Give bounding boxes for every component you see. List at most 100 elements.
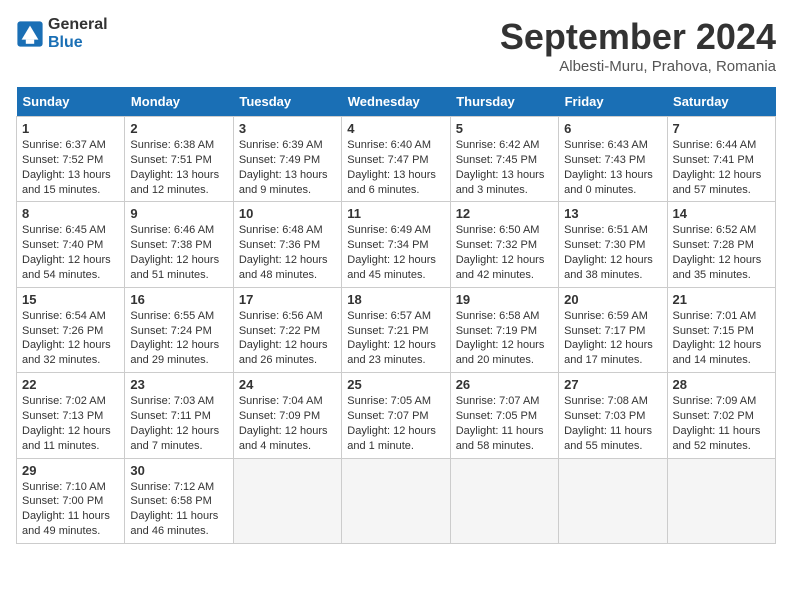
cell-line: and 3 minutes. [456, 183, 553, 198]
table-row: 5Sunrise: 6:42 AMSunset: 7:45 PMDaylight… [450, 117, 558, 202]
day-number: 14 [673, 206, 770, 221]
cell-line: Daylight: 12 hours [22, 338, 119, 353]
cell-line: Daylight: 12 hours [564, 338, 661, 353]
cell-line: Sunrise: 7:08 AM [564, 394, 661, 409]
table-row [559, 458, 667, 543]
table-row: 29Sunrise: 7:10 AMSunset: 7:00 PMDayligh… [17, 458, 125, 543]
day-number: 6 [564, 121, 661, 136]
cell-line: and 58 minutes. [456, 439, 553, 454]
table-row: 13Sunrise: 6:51 AMSunset: 7:30 PMDayligh… [559, 202, 667, 287]
cell-line: Sunset: 7:26 PM [22, 324, 119, 339]
cell-line: and 6 minutes. [347, 183, 444, 198]
table-row [233, 458, 341, 543]
logo-icon [16, 20, 44, 48]
cell-line: Daylight: 13 hours [456, 168, 553, 183]
cell-line: Sunrise: 7:01 AM [673, 309, 770, 324]
cell-line: Daylight: 13 hours [239, 168, 336, 183]
day-number: 25 [347, 377, 444, 392]
cell-line: Sunset: 7:21 PM [347, 324, 444, 339]
cell-line: and 0 minutes. [564, 183, 661, 198]
cell-line: Sunset: 7:38 PM [130, 238, 227, 253]
cell-line: and 55 minutes. [564, 439, 661, 454]
cell-line: Sunset: 7:52 PM [22, 153, 119, 168]
cell-line: Sunrise: 6:38 AM [130, 138, 227, 153]
cell-line: and 9 minutes. [239, 183, 336, 198]
cell-line: Sunrise: 6:55 AM [130, 309, 227, 324]
cell-line: Sunset: 7:40 PM [22, 238, 119, 253]
calendar-week-row: 22Sunrise: 7:02 AMSunset: 7:13 PMDayligh… [17, 373, 776, 458]
table-row: 15Sunrise: 6:54 AMSunset: 7:26 PMDayligh… [17, 287, 125, 372]
cell-line: Daylight: 12 hours [673, 168, 770, 183]
cell-line: and 32 minutes. [22, 353, 119, 368]
cell-line: Sunset: 7:24 PM [130, 324, 227, 339]
cell-line: Sunset: 6:58 PM [130, 494, 227, 509]
day-number: 28 [673, 377, 770, 392]
table-row: 22Sunrise: 7:02 AMSunset: 7:13 PMDayligh… [17, 373, 125, 458]
cell-line: and 35 minutes. [673, 268, 770, 283]
table-row: 1Sunrise: 6:37 AMSunset: 7:52 PMDaylight… [17, 117, 125, 202]
day-number: 21 [673, 292, 770, 307]
cell-line: and 57 minutes. [673, 183, 770, 198]
day-number: 29 [22, 463, 119, 478]
cell-line: Sunrise: 6:54 AM [22, 309, 119, 324]
header-sunday: Sunday [17, 87, 125, 117]
cell-line: Daylight: 12 hours [673, 338, 770, 353]
cell-line: Sunset: 7:32 PM [456, 238, 553, 253]
cell-line: Sunrise: 6:51 AM [564, 223, 661, 238]
cell-line: Daylight: 12 hours [347, 253, 444, 268]
table-row: 17Sunrise: 6:56 AMSunset: 7:22 PMDayligh… [233, 287, 341, 372]
day-number: 26 [456, 377, 553, 392]
header-friday: Friday [559, 87, 667, 117]
table-row: 7Sunrise: 6:44 AMSunset: 7:41 PMDaylight… [667, 117, 775, 202]
cell-line: Sunset: 7:51 PM [130, 153, 227, 168]
table-row: 27Sunrise: 7:08 AMSunset: 7:03 PMDayligh… [559, 373, 667, 458]
cell-line: and 54 minutes. [22, 268, 119, 283]
cell-line: Daylight: 12 hours [564, 253, 661, 268]
table-row: 2Sunrise: 6:38 AMSunset: 7:51 PMDaylight… [125, 117, 233, 202]
table-row: 28Sunrise: 7:09 AMSunset: 7:02 PMDayligh… [667, 373, 775, 458]
cell-line: Sunrise: 6:59 AM [564, 309, 661, 324]
table-row: 11Sunrise: 6:49 AMSunset: 7:34 PMDayligh… [342, 202, 450, 287]
cell-line: Sunset: 7:17 PM [564, 324, 661, 339]
location: Albesti-Muru, Prahova, Romania [500, 58, 776, 75]
cell-line: Sunset: 7:11 PM [130, 409, 227, 424]
table-row: 16Sunrise: 6:55 AMSunset: 7:24 PMDayligh… [125, 287, 233, 372]
cell-line: and 45 minutes. [347, 268, 444, 283]
cell-line: Sunset: 7:03 PM [564, 409, 661, 424]
cell-line: Sunrise: 6:57 AM [347, 309, 444, 324]
cell-line: and 29 minutes. [130, 353, 227, 368]
cell-line: and 20 minutes. [456, 353, 553, 368]
day-number: 27 [564, 377, 661, 392]
table-row: 10Sunrise: 6:48 AMSunset: 7:36 PMDayligh… [233, 202, 341, 287]
cell-line: and 11 minutes. [22, 439, 119, 454]
cell-line: Daylight: 11 hours [456, 424, 553, 439]
calendar-week-row: 15Sunrise: 6:54 AMSunset: 7:26 PMDayligh… [17, 287, 776, 372]
calendar-header-row: Sunday Monday Tuesday Wednesday Thursday… [17, 87, 776, 117]
header-monday: Monday [125, 87, 233, 117]
day-number: 24 [239, 377, 336, 392]
cell-line: Sunrise: 6:37 AM [22, 138, 119, 153]
cell-line: Daylight: 12 hours [239, 338, 336, 353]
cell-line: Sunrise: 6:40 AM [347, 138, 444, 153]
page-header: General Blue September 2024 Albesti-Muru… [16, 16, 776, 75]
day-number: 7 [673, 121, 770, 136]
calendar-week-row: 29Sunrise: 7:10 AMSunset: 7:00 PMDayligh… [17, 458, 776, 543]
table-row: 23Sunrise: 7:03 AMSunset: 7:11 PMDayligh… [125, 373, 233, 458]
table-row: 12Sunrise: 6:50 AMSunset: 7:32 PMDayligh… [450, 202, 558, 287]
cell-line: Sunrise: 7:04 AM [239, 394, 336, 409]
table-row: 9Sunrise: 6:46 AMSunset: 7:38 PMDaylight… [125, 202, 233, 287]
cell-line: Daylight: 13 hours [130, 168, 227, 183]
cell-line: Sunrise: 6:56 AM [239, 309, 336, 324]
table-row: 6Sunrise: 6:43 AMSunset: 7:43 PMDaylight… [559, 117, 667, 202]
cell-line: and 26 minutes. [239, 353, 336, 368]
cell-line: Sunset: 7:22 PM [239, 324, 336, 339]
cell-line: Sunset: 7:49 PM [239, 153, 336, 168]
cell-line: Sunrise: 6:43 AM [564, 138, 661, 153]
table-row: 25Sunrise: 7:05 AMSunset: 7:07 PMDayligh… [342, 373, 450, 458]
cell-line: Daylight: 12 hours [130, 253, 227, 268]
cell-line: Sunset: 7:09 PM [239, 409, 336, 424]
cell-line: Daylight: 11 hours [22, 509, 119, 524]
day-number: 11 [347, 206, 444, 221]
day-number: 5 [456, 121, 553, 136]
cell-line: and 23 minutes. [347, 353, 444, 368]
